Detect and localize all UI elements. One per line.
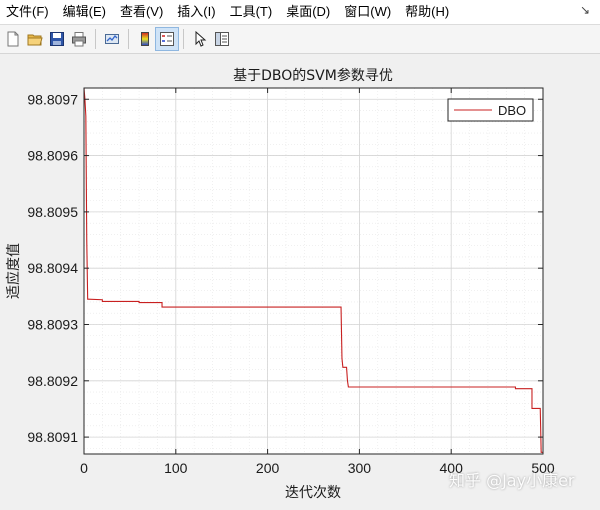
line-chart: 0 100 200 300 400 50098.809198.809298.809398.… bbox=[5, 67, 555, 501]
legend-icon[interactable] bbox=[155, 27, 179, 51]
y-tick-label: 98.8096 bbox=[27, 148, 78, 164]
link-plot-icon[interactable] bbox=[101, 28, 123, 50]
property-editor-icon[interactable] bbox=[211, 28, 233, 50]
menu-edit[interactable]: 编辑(E) bbox=[56, 0, 113, 24]
plot-area bbox=[84, 88, 543, 454]
menu-file[interactable]: 文件(F) bbox=[0, 0, 56, 24]
menu-insert[interactable]: 插入(I) bbox=[170, 0, 222, 24]
menu-view[interactable]: 查看(V) bbox=[113, 0, 170, 24]
y-tick-label: 98.8097 bbox=[27, 91, 78, 107]
save-icon[interactable] bbox=[46, 28, 68, 50]
open-folder-icon[interactable] bbox=[24, 28, 46, 50]
colorbar-icon[interactable] bbox=[134, 28, 156, 50]
toolbar-separator bbox=[183, 29, 184, 49]
x-tick-label: 100 bbox=[164, 460, 188, 476]
toolbar-separator bbox=[95, 29, 96, 49]
pointer-icon[interactable] bbox=[189, 28, 211, 50]
x-axis-label: 迭代次数 bbox=[285, 485, 341, 501]
watermark: 知乎 @Jay小康er bbox=[449, 471, 575, 490]
new-file-icon[interactable] bbox=[2, 28, 24, 50]
y-tick-label: 98.8093 bbox=[27, 316, 78, 332]
toolbar-separator bbox=[128, 29, 129, 49]
figure-toolbar bbox=[0, 25, 600, 54]
menu-desktop[interactable]: 桌面(D) bbox=[279, 0, 337, 24]
y-tick-label: 98.8094 bbox=[27, 260, 78, 276]
y-tick-label: 98.8095 bbox=[27, 204, 78, 220]
menu-bar: 文件(F) 编辑(E) 查看(V) 插入(I) 工具(T) 桌面(D) 窗口(W… bbox=[0, 0, 600, 25]
y-axis-label: 适应度值 bbox=[5, 243, 22, 299]
x-tick-label: 200 bbox=[256, 460, 280, 476]
figure-canvas: 0 100 200 300 400 500 98.8091 98.8092 98.8093 98.… bbox=[0, 54, 600, 505]
x-tick-label: 300 bbox=[348, 460, 372, 476]
legend[interactable]: DBO bbox=[447, 98, 534, 122]
y-tick-label: 98.8091 bbox=[27, 429, 78, 445]
chart-title: 基于DBO的SVM参数寻优 bbox=[233, 67, 393, 84]
dock-arrow-icon[interactable]: ↘ bbox=[580, 3, 590, 17]
x-tick-label: 0 bbox=[80, 460, 88, 476]
menu-tools[interactable]: 工具(T) bbox=[223, 0, 280, 24]
legend-label-dbo: DBO bbox=[498, 103, 526, 118]
menu-window[interactable]: 窗口(W) bbox=[337, 0, 398, 24]
menu-help[interactable]: 帮助(H) bbox=[398, 0, 456, 24]
print-icon[interactable] bbox=[68, 28, 90, 50]
y-tick-label: 98.8092 bbox=[27, 373, 78, 389]
